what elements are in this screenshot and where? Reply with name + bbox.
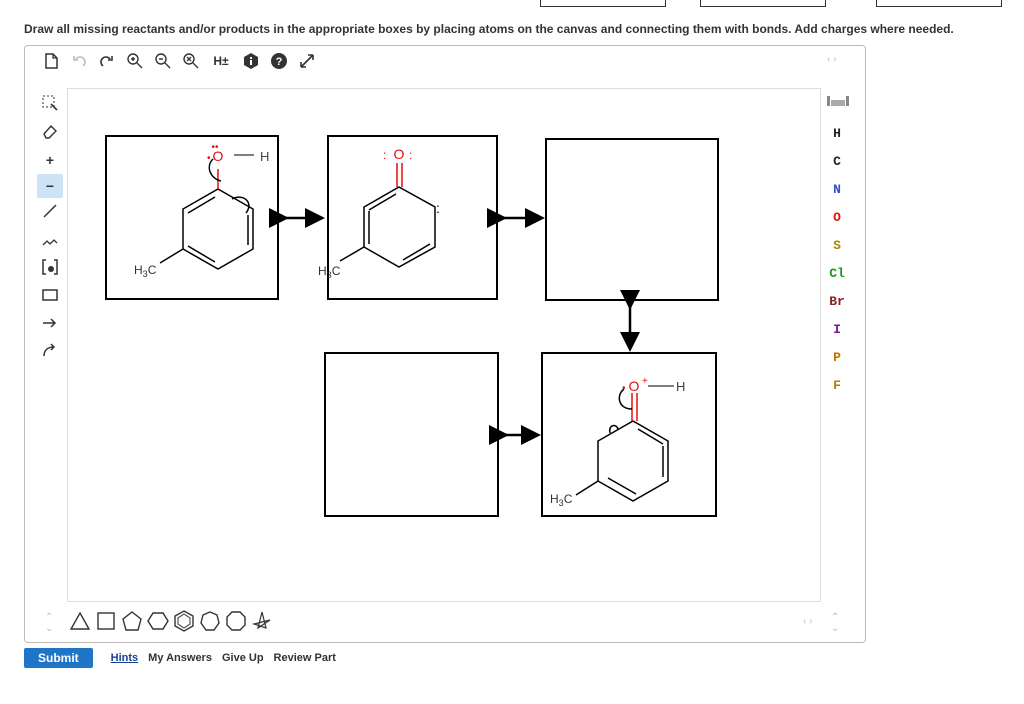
reaction-diagram: O •• • H H3C O : : : H3C O + • H H3C: [105, 135, 719, 517]
bottom-scroll-right-icon[interactable]: ⌃ ⌄: [831, 612, 839, 634]
fullscreen-icon[interactable]: [297, 52, 317, 70]
svg-text:H: H: [260, 149, 269, 164]
benzene-ring-icon[interactable]: [173, 610, 195, 632]
zoom-out-icon[interactable]: [153, 52, 173, 70]
eraser-icon[interactable]: [37, 122, 63, 146]
charge-plus-button[interactable]: +: [37, 148, 63, 172]
element-cl[interactable]: Cl: [821, 266, 853, 281]
submit-button[interactable]: Submit: [24, 648, 93, 668]
element-palette: H C N O S Cl Br I P F: [821, 88, 861, 448]
molecule-box-2: [339, 163, 436, 268]
template-tool-icon[interactable]: [37, 258, 63, 282]
element-c[interactable]: C: [821, 154, 853, 169]
rectangle-tool-icon[interactable]: [37, 286, 63, 310]
svg-text:H3C: H3C: [550, 492, 573, 508]
molecule-box-1: [159, 154, 254, 270]
svg-text::: :: [383, 148, 386, 162]
drawing-canvas[interactable]: O •• • H H3C O : : : H3C O + • H H3C: [67, 88, 821, 602]
box-2[interactable]: [327, 135, 498, 300]
svg-text:••: ••: [211, 142, 219, 153]
my-answers-link[interactable]: My Answers: [148, 652, 212, 664]
box-4[interactable]: [324, 352, 499, 517]
molecule-box-5-labels: O + • H H3C: [550, 376, 685, 508]
element-f[interactable]: F: [821, 378, 853, 393]
triangle-ring-icon[interactable]: [69, 610, 91, 632]
bottom-scroll-lr-icon[interactable]: ‹ ›: [803, 616, 812, 627]
curved-arrow-icon[interactable]: [37, 342, 63, 366]
element-n[interactable]: N: [821, 182, 853, 197]
box-1[interactable]: [105, 135, 279, 300]
molecule-box-1-labels: O •• • H H3C: [134, 142, 269, 279]
svg-text:O: O: [394, 146, 405, 162]
element-i[interactable]: I: [821, 322, 853, 337]
svg-text::: :: [409, 148, 412, 162]
single-bond-icon[interactable]: [37, 202, 63, 226]
help-icon[interactable]: ?: [269, 52, 289, 70]
svg-text:•: •: [207, 153, 211, 164]
element-o[interactable]: O: [821, 210, 853, 225]
chemistry-editor: H± ? ‹ › + − O •• • H H3C O::: H3C O …: [24, 45, 866, 643]
top-button-1[interactable]: [540, 0, 666, 7]
cyclohexane-chair-icon[interactable]: [251, 610, 273, 632]
undo-icon[interactable]: [69, 52, 89, 70]
top-button-3[interactable]: [876, 0, 1002, 7]
element-br[interactable]: Br: [821, 294, 853, 309]
hydrogen-toggle-icon[interactable]: H±: [211, 52, 231, 70]
svg-text:O: O: [629, 378, 640, 394]
svg-text::: :: [436, 200, 440, 216]
element-p[interactable]: P: [821, 350, 853, 365]
left-toolbar: + −: [25, 74, 67, 599]
select-tool-icon[interactable]: [37, 94, 63, 118]
element-s[interactable]: S: [821, 238, 853, 253]
top-button-2[interactable]: [700, 0, 826, 7]
new-document-icon[interactable]: [41, 52, 61, 70]
top-toolbar: H± ? ‹ ›: [25, 46, 865, 74]
give-up-link[interactable]: Give Up: [222, 652, 264, 664]
svg-text:+: +: [642, 376, 648, 387]
arrow-tool-icon[interactable]: [37, 314, 63, 338]
heptagon-ring-icon[interactable]: [199, 610, 221, 632]
hints-link[interactable]: Hints: [111, 652, 139, 664]
info-icon[interactable]: [241, 52, 261, 70]
action-bar: Submit Hints My Answers Give Up Review P…: [24, 647, 336, 669]
svg-text:?: ?: [276, 56, 283, 68]
redo-icon[interactable]: [97, 52, 117, 70]
toolbar-scroll-icon[interactable]: ‹ ›: [827, 54, 836, 65]
hexagon-ring-icon[interactable]: [147, 610, 169, 632]
ring-templates-bar: ⌃ ⌄ ‹ › ⌃ ⌄: [25, 602, 865, 640]
svg-text:H3C: H3C: [318, 264, 341, 280]
zoom-reset-icon[interactable]: [181, 52, 201, 70]
bottom-scroll-up-icon[interactable]: ⌃ ⌄: [45, 612, 53, 634]
svg-text:•: •: [622, 383, 626, 394]
molecule-box-5: [575, 385, 674, 502]
pentagon-ring-icon[interactable]: [121, 610, 143, 632]
instruction-text: Draw all missing reactants and/or produc…: [24, 22, 954, 36]
periodic-table-icon[interactable]: [827, 94, 849, 108]
chain-tool-icon[interactable]: [37, 230, 63, 254]
charge-minus-button[interactable]: −: [37, 174, 63, 198]
zoom-in-icon[interactable]: [125, 52, 145, 70]
svg-text:H3C: H3C: [134, 263, 157, 279]
element-h[interactable]: H: [821, 126, 853, 141]
square-ring-icon[interactable]: [95, 610, 117, 632]
octagon-ring-icon[interactable]: [225, 610, 247, 632]
review-part-link[interactable]: Review Part: [274, 652, 336, 664]
box-3[interactable]: [545, 138, 719, 301]
svg-text:H: H: [676, 379, 685, 394]
molecule-box-2-labels: O : : : H3C: [318, 146, 440, 280]
